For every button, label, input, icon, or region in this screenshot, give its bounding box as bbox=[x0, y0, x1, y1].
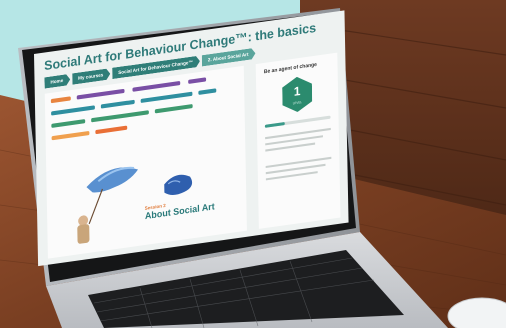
session-pill[interactable] bbox=[100, 99, 135, 109]
session-pill[interactable] bbox=[50, 96, 71, 104]
session-pill[interactable] bbox=[140, 91, 193, 104]
level-number: 1 bbox=[293, 83, 301, 100]
breadcrumb-my-courses[interactable]: My courses bbox=[72, 68, 110, 85]
flag-pole bbox=[88, 188, 104, 225]
breadcrumb-current[interactable]: 2. About Social Art bbox=[202, 48, 256, 67]
session-pill[interactable] bbox=[188, 77, 207, 84]
agent-of-change-panel: Be an agent of change 1 LEVEL bbox=[255, 52, 341, 229]
session-pill[interactable] bbox=[91, 110, 149, 123]
session-pill[interactable] bbox=[154, 103, 193, 114]
course-content: Session 2 About Social Art bbox=[44, 65, 247, 259]
level-progress-fill bbox=[264, 122, 285, 128]
level-badge: 1 LEVEL bbox=[282, 75, 313, 114]
blue-paint-splash bbox=[86, 167, 139, 193]
session-pill[interactable] bbox=[51, 130, 90, 141]
figure-body bbox=[77, 224, 90, 244]
session-pill[interactable] bbox=[198, 88, 217, 95]
session-pill[interactable] bbox=[51, 105, 95, 116]
agent-panel-title: Be an agent of change bbox=[263, 61, 317, 76]
session-pill[interactable] bbox=[76, 88, 125, 100]
laptop-screen: Social Art for Behaviour Change™: the ba… bbox=[34, 10, 349, 267]
session-pill[interactable] bbox=[132, 80, 181, 92]
session-illustration bbox=[77, 166, 193, 244]
level-progress-bar bbox=[264, 115, 331, 128]
breadcrumb-home[interactable]: Home bbox=[44, 74, 70, 89]
blue-creature bbox=[164, 174, 193, 195]
session-pill[interactable] bbox=[95, 125, 128, 135]
session-pill[interactable] bbox=[51, 119, 86, 128]
